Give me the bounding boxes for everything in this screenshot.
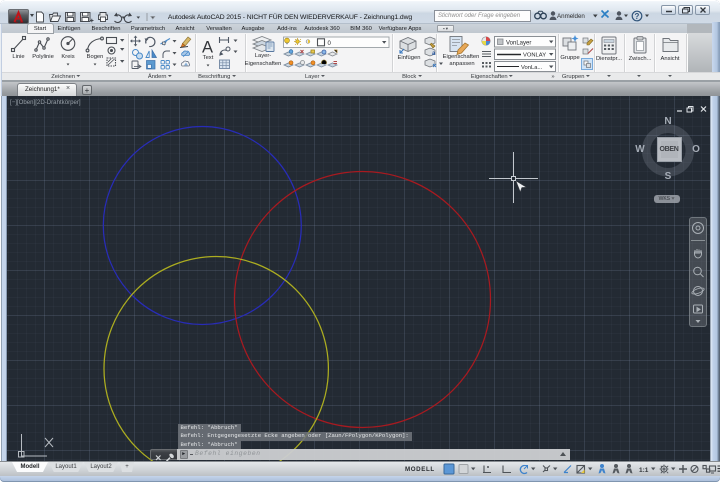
svg-text:VonLa...: VonLa... [521,65,543,71]
svg-text:1:1: 1:1 [639,467,649,474]
svg-text:VONLAY: VONLAY [523,53,546,59]
svg-text:?: ? [635,12,640,21]
svg-text:VonLayer: VonLayer [506,41,531,47]
svg-text:A: A [202,39,213,57]
